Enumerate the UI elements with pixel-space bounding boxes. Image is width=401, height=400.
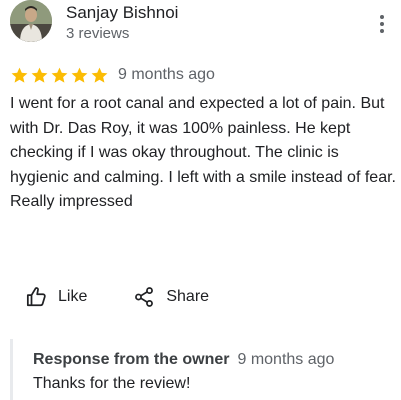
person-photo-icon [10,0,52,42]
more-vert-icon [380,15,384,33]
star-icon [71,67,88,83]
reviewer-avatar[interactable] [10,0,52,42]
reviewer-review-count[interactable]: 3 reviews [66,24,129,44]
like-button[interactable]: Like [26,286,87,308]
share-label: Share [166,288,210,305]
share-button[interactable]: Share [133,286,209,308]
review-card: Sanjay Bishnoi 3 reviews 9 months ago I … [0,0,401,400]
review-text: I went for a root canal and expected a l… [10,95,396,210]
owner-response: Response from the owner 9 months ago Than… [10,339,401,400]
review-actions: Like Share [26,284,209,310]
more-options-button[interactable] [370,10,394,38]
owner-response-text: Thanks for the review! [33,375,191,392]
share-icon [135,287,154,307]
owner-response-title: Response from the owner [33,351,230,368]
owner-response-date: 9 months ago [237,351,335,368]
star-icon [91,67,108,83]
star-icon [51,67,68,83]
like-label: Like [58,288,88,305]
thumb-up-icon [26,287,46,307]
star-icon [31,67,48,83]
star-icon [11,67,28,83]
owner-response-header: Response from the owner 9 months ago [33,349,334,371]
rating-row: 9 months ago [10,64,215,86]
star-rating [10,66,109,85]
reviewer-name[interactable]: Sanjay Bishnoi [66,2,178,24]
review-date: 9 months ago [118,66,215,83]
